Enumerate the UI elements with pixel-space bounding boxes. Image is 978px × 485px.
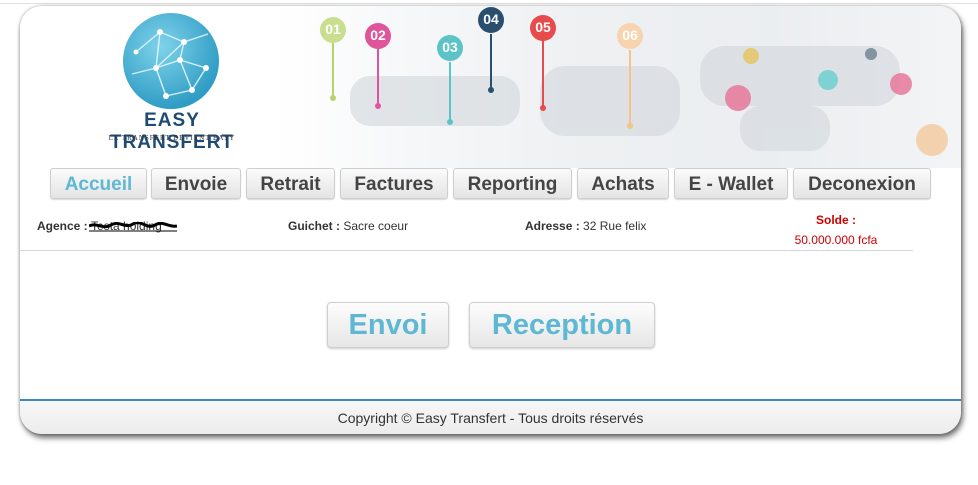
guichet-info: Guichet : Sacre coeur xyxy=(288,219,408,233)
brand-tagline: LE TRANSFERT DEVIENT EASY xyxy=(108,134,236,142)
pin-label-3: 03 xyxy=(442,39,458,55)
nav-item-achats[interactable]: Achats xyxy=(577,168,669,199)
top-divider xyxy=(0,3,978,4)
nav-item-reporting[interactable]: Reporting xyxy=(453,168,572,199)
copyright-text: Copyright © Easy Transfert - Tous droits… xyxy=(337,410,644,426)
reception-button[interactable]: Reception xyxy=(469,302,655,348)
pin-label-1: 01 xyxy=(325,21,341,37)
agence-info: Agence : Testa holding xyxy=(37,219,178,233)
agence-value: Testa holding xyxy=(89,219,178,233)
nav-item-envoie[interactable]: Envoie xyxy=(151,168,241,199)
solde-label: Solde : xyxy=(815,213,856,227)
pin-label-5: 05 xyxy=(535,19,551,35)
nav-item-deconexion[interactable]: Deconexion xyxy=(793,168,931,199)
pin-label-6: 06 xyxy=(622,27,638,43)
adresse-info: Adresse : 32 Rue felix xyxy=(525,219,646,233)
nav-item-accueil[interactable]: Accueil xyxy=(50,168,147,199)
brand-name: EASY TRANSFERT xyxy=(109,110,235,153)
nav-item-retrait[interactable]: Retrait xyxy=(246,168,335,199)
envoi-button[interactable]: Envoi xyxy=(327,302,449,348)
agence-label: Agence : xyxy=(37,219,88,233)
header-banner: 01 02 03 04 05 06 EASY TRANSFERT LE TRAN… xyxy=(20,6,961,168)
guichet-label: Guichet : xyxy=(288,219,341,233)
nav-item-e-wallet[interactable]: E - Wallet xyxy=(674,168,788,199)
redaction-scribble xyxy=(89,222,178,232)
info-divider xyxy=(20,250,913,251)
nav-item-factures[interactable]: Factures xyxy=(340,168,448,199)
globe-network-icon xyxy=(123,13,219,109)
main-nav: Accueil Envoie Retrait Factures Reportin… xyxy=(20,168,961,204)
guichet-value: Sacre coeur xyxy=(343,219,409,233)
solde-value: 50.000.000 fcfa xyxy=(794,233,878,247)
main-card: 01 02 03 04 05 06 EASY TRANSFERT LE TRAN… xyxy=(20,6,961,434)
adresse-value: 32 Rue felix xyxy=(583,219,647,233)
footer: Copyright © Easy Transfert - Tous droits… xyxy=(20,401,961,434)
pin-label-4: 04 xyxy=(483,11,499,27)
pin-label-2: 02 xyxy=(370,27,386,43)
adresse-label: Adresse : xyxy=(525,219,580,233)
